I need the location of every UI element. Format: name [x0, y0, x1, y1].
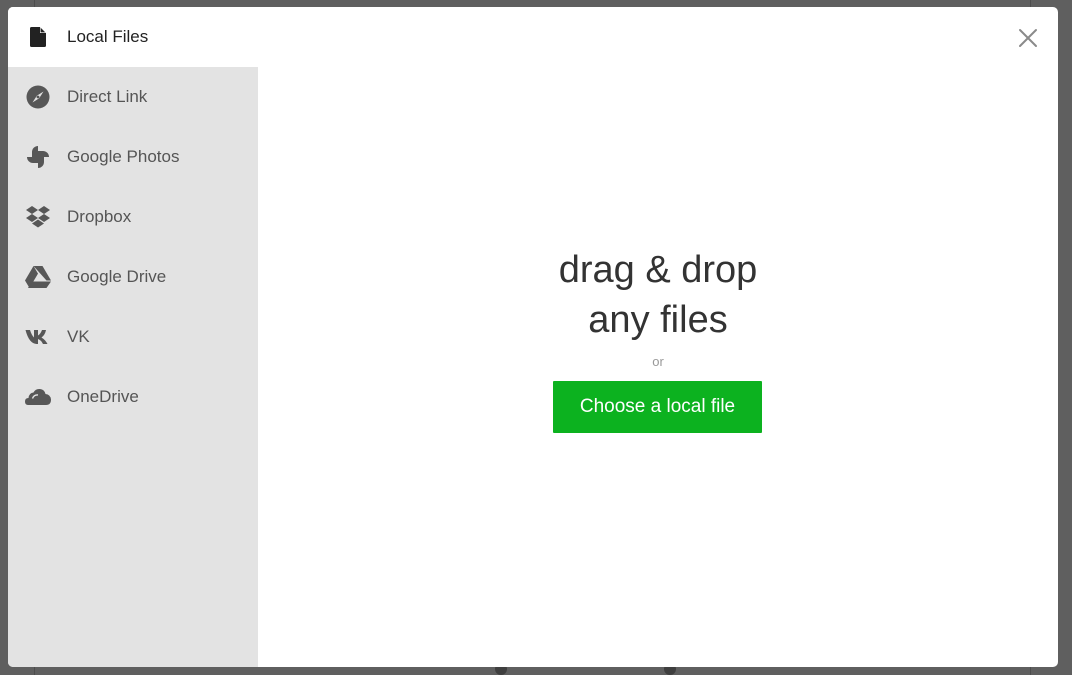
sidebar-item-local-files[interactable]: Local Files: [8, 7, 258, 67]
sidebar-item-google-drive[interactable]: Google Drive: [8, 247, 258, 307]
google-drive-icon: [25, 265, 51, 289]
sidebar-item-label: VK: [67, 327, 90, 346]
drop-zone[interactable]: drag & drop any files or Choose a local …: [258, 7, 1058, 667]
google-photos-icon: [25, 145, 51, 169]
drop-heading-line: any files: [588, 299, 728, 341]
source-sidebar: Local Files Direct Link Google Photos Dr…: [8, 7, 258, 667]
sidebar-item-label: Dropbox: [67, 207, 132, 226]
sidebar-item-onedrive[interactable]: OneDrive: [8, 367, 258, 427]
sidebar-item-label: OneDrive: [67, 387, 139, 406]
close-button[interactable]: [1018, 28, 1038, 48]
sidebar-item-label: Local Files: [67, 27, 149, 46]
sidebar-item-vk[interactable]: VK: [8, 307, 258, 367]
close-icon: [1019, 29, 1037, 47]
file-icon: [25, 25, 51, 49]
drop-heading: drag & drop any files: [258, 245, 1058, 345]
or-separator: or: [652, 354, 664, 369]
vk-icon: [25, 325, 51, 349]
choose-local-file-button[interactable]: Choose a local file: [553, 381, 762, 433]
onedrive-icon: [25, 385, 51, 409]
drop-heading-line: drag & drop: [558, 249, 758, 291]
upload-dialog: Local Files Direct Link Google Photos Dr…: [8, 7, 1058, 667]
dropbox-icon: [25, 205, 51, 229]
sidebar-item-label: Google Drive: [67, 267, 167, 286]
sidebar-item-label: Direct Link: [67, 87, 148, 106]
sidebar-item-dropbox[interactable]: Dropbox: [8, 187, 258, 247]
link-compass-icon: [25, 85, 51, 109]
sidebar-item-label: Google Photos: [67, 147, 180, 166]
sidebar-item-google-photos[interactable]: Google Photos: [8, 127, 258, 187]
sidebar-item-direct-link[interactable]: Direct Link: [8, 67, 258, 127]
